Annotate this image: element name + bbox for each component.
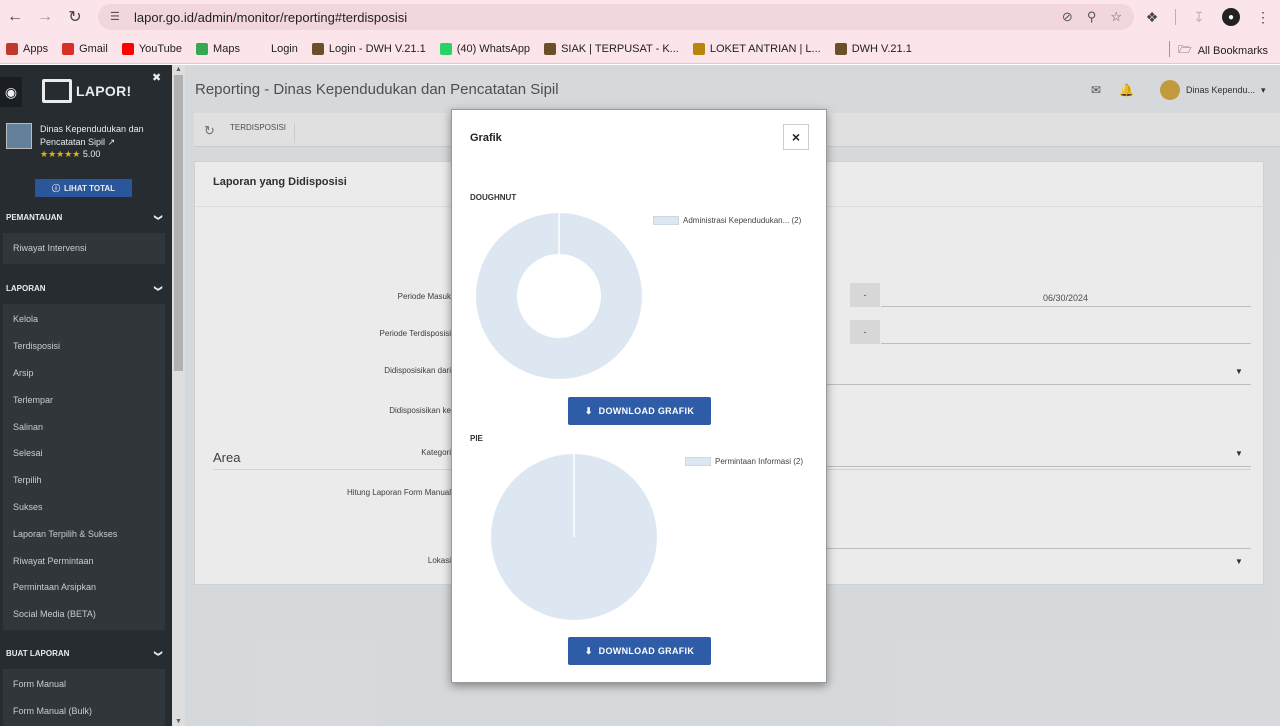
- browser-toolbar: ← → ↻ ☰ lapor.go.id/admin/monitor/report…: [0, 0, 1280, 34]
- toolbar-divider: [1175, 9, 1176, 25]
- whatsapp-icon: [439, 42, 452, 55]
- grafik-modal: Grafik × DOUGHNUT Administrasi Kependudu…: [451, 109, 827, 683]
- bookmark-label: YouTube: [138, 42, 183, 55]
- download-icon: ⬇: [584, 405, 593, 416]
- bookmark-item[interactable]: SIAK | TERPUSAT - K...: [544, 42, 679, 55]
- extensions-icon[interactable]: ❖: [1143, 8, 1161, 26]
- bookmark-item[interactable]: LOKET ANTRIAN | L...: [692, 42, 821, 55]
- bookmark-label: Login - DWH V.21.1: [328, 42, 426, 55]
- dwh-icon: [311, 42, 324, 55]
- forward-icon[interactable]: →: [30, 2, 60, 32]
- app-area: ◉ ✖ LAPOR! Dinas Kependudukan dan Pencat…: [0, 65, 1280, 726]
- bookmark-star-icon[interactable]: ☆: [1110, 9, 1122, 25]
- bookmark-item[interactable]: Gmail: [62, 42, 108, 55]
- bookmark-label: Maps: [213, 42, 240, 55]
- download-grafik-button[interactable]: ⬇ DOWNLOAD GRAFIK: [568, 397, 711, 425]
- bookmark-label: LOKET ANTRIAN | L...: [709, 42, 821, 55]
- folder-icon: 🗁: [1178, 44, 1192, 56]
- site-settings-icon[interactable]: ☰: [110, 10, 124, 24]
- doughnut-hole: [517, 254, 601, 338]
- bookmark-item[interactable]: DWH V.21.1: [834, 42, 912, 55]
- gmail-icon: [62, 42, 75, 55]
- doughnut-chart-label: DOUGHNUT: [470, 193, 517, 202]
- profile-icon[interactable]: ●: [1222, 8, 1240, 26]
- youtube-icon: [121, 42, 134, 55]
- bookmark-label: Login: [270, 42, 298, 55]
- pie-chart-label: PIE: [470, 434, 483, 443]
- zoom-icon[interactable]: ⚲: [1087, 9, 1097, 25]
- download-label: DOWNLOAD GRAFIK: [598, 406, 695, 416]
- reload-icon[interactable]: ↻: [60, 2, 90, 32]
- doughnut-chart: [476, 213, 642, 379]
- bookmark-label: Apps: [23, 42, 49, 55]
- siak-icon: [544, 42, 557, 55]
- bookmark-item[interactable]: Login - DWH V.21.1: [311, 42, 426, 55]
- blank-icon: [253, 42, 266, 55]
- back-icon[interactable]: ←: [0, 2, 30, 32]
- loket-icon: [692, 42, 705, 55]
- maps-icon: [196, 42, 209, 55]
- download-label: DOWNLOAD GRAFIK: [598, 646, 695, 656]
- menu-kebab-icon[interactable]: ⋮: [1254, 8, 1272, 26]
- location-off-icon[interactable]: ⊘: [1062, 9, 1073, 25]
- download-icon: ⬇: [584, 645, 593, 656]
- bookmark-label: (40) WhatsApp: [456, 42, 531, 55]
- download-grafik-button[interactable]: ⬇ DOWNLOAD GRAFIK: [568, 637, 711, 665]
- close-icon[interactable]: ×: [783, 124, 809, 150]
- url-text: lapor.go.id/admin/monitor/reporting#terd…: [134, 9, 408, 25]
- dwh-icon: [834, 42, 847, 55]
- bookmarks-divider: [1169, 41, 1170, 57]
- modal-title: Grafik: [470, 132, 502, 144]
- bookmark-item[interactable]: Apps: [6, 42, 49, 55]
- bookmark-label: SIAK | TERPUSAT - K...: [561, 42, 679, 55]
- apps-grid-icon: [6, 42, 18, 55]
- bookmark-item[interactable]: Login: [253, 42, 298, 55]
- bookmark-label: DWH V.21.1: [851, 42, 912, 55]
- bookmark-item[interactable]: YouTube: [121, 42, 183, 55]
- bookmark-item[interactable]: (40) WhatsApp: [439, 42, 531, 55]
- bookmark-item[interactable]: Maps: [196, 42, 240, 55]
- bookmark-label: Gmail: [79, 42, 108, 55]
- all-bookmarks-button[interactable]: 🗁 All Bookmarks: [1178, 41, 1268, 60]
- pie-chart: [491, 454, 657, 620]
- download-icon[interactable]: ↧: [1190, 8, 1208, 26]
- bookmarks-bar: Apps Gmail YouTube Maps Login Login - DWH V.2…: [0, 34, 1280, 64]
- all-bookmarks-label: All Bookmarks: [1197, 44, 1268, 57]
- address-bar[interactable]: ☰ lapor.go.id/admin/monitor/reporting#te…: [98, 4, 1134, 30]
